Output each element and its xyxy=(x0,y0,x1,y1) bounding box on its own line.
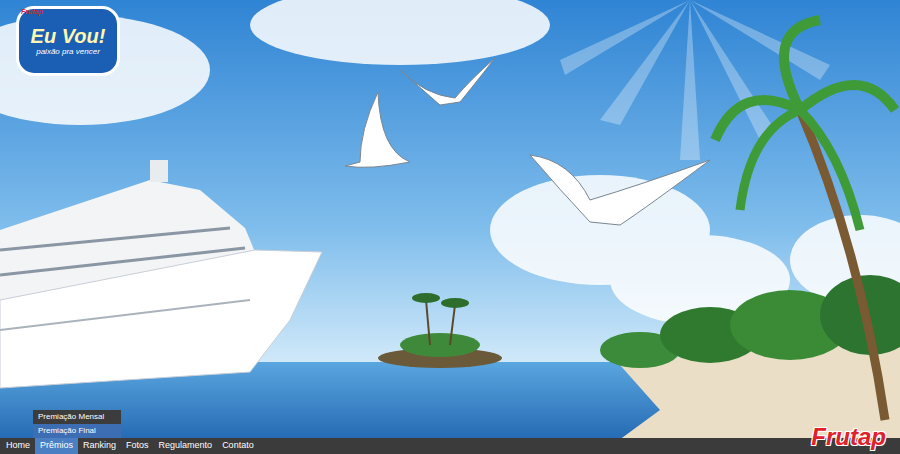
nav-item[interactable]: Ranking xyxy=(78,438,121,454)
page: Frutap Eu Vou!paixão pra vencer Premiação … xyxy=(0,0,900,454)
beach-scene-illustration xyxy=(0,0,900,454)
palm-tree xyxy=(715,20,895,420)
logo-brand: Frutap xyxy=(21,7,43,18)
nav-item[interactable]: Contato xyxy=(217,438,259,454)
frutap-logo[interactable]: Frutap xyxy=(811,424,886,450)
seagulls xyxy=(345,58,710,225)
nav-item[interactable]: Prêmios xyxy=(35,438,78,454)
logo-title: Eu Vou! xyxy=(31,25,106,47)
submenu-item[interactable]: Premiação Mensal xyxy=(33,410,121,424)
island xyxy=(378,293,502,368)
nav-item[interactable]: Fotos xyxy=(121,438,154,454)
submenu-item[interactable]: Premiação Final xyxy=(33,424,121,438)
sun-rays xyxy=(560,0,830,160)
logo-tagline: paixão pra vencer xyxy=(36,47,100,57)
nav-item[interactable]: Home xyxy=(1,438,35,454)
promo-logo[interactable]: Frutap Eu Vou!paixão pra vencer xyxy=(16,6,120,76)
nav-bar: HomePrêmiosRankingFotosRegulamentoContat… xyxy=(0,438,900,454)
beach xyxy=(600,275,900,454)
cruise-ship xyxy=(0,160,322,388)
nav-item[interactable]: Regulamento xyxy=(154,438,218,454)
submenu: Premiação MensalPremiação Final xyxy=(33,410,121,438)
